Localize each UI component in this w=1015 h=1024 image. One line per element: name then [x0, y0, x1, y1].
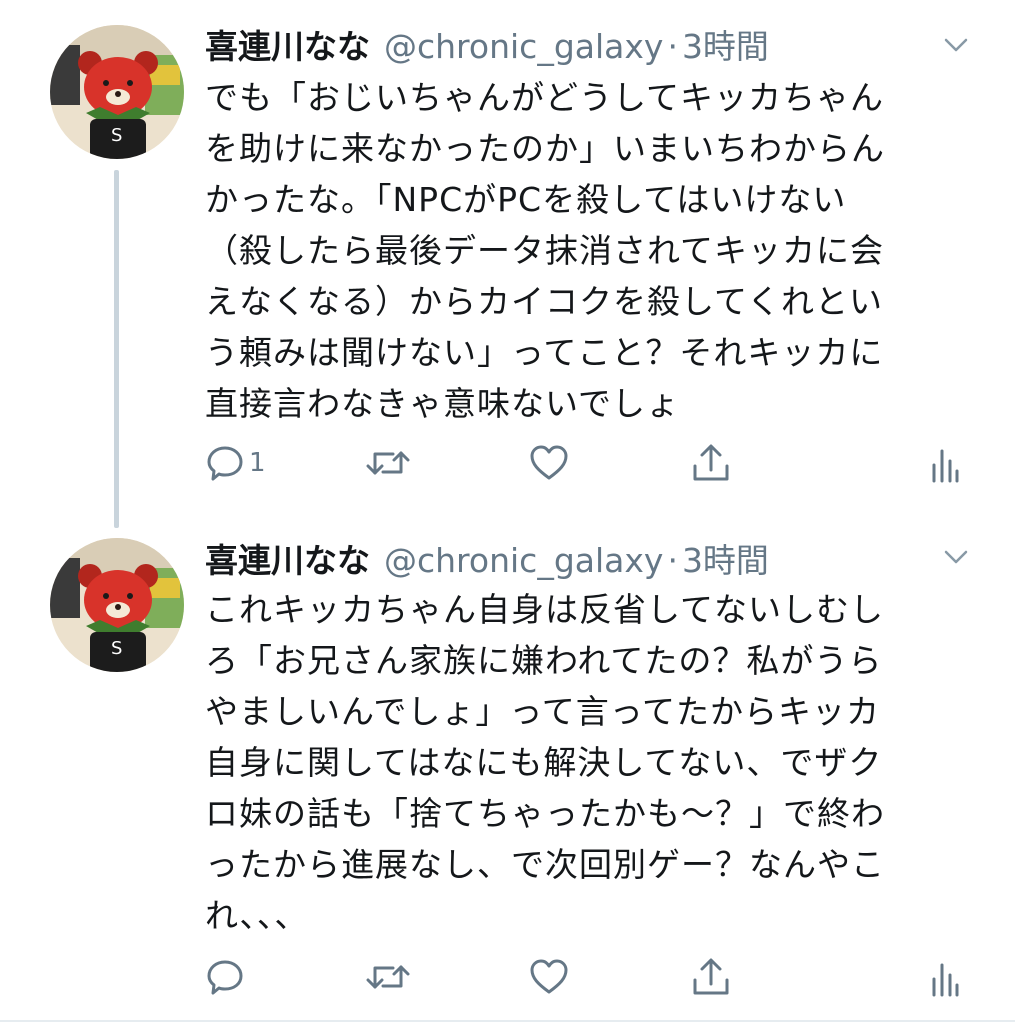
- retweet-icon: [366, 965, 410, 989]
- share-icon: [693, 958, 729, 995]
- tweet-text: でも「おじいちゃんがどうしてキッカちゃん を助けに来なかったのか」いまいちわから…: [205, 78, 885, 423]
- separator: ·: [667, 27, 678, 66]
- analytics-button[interactable]: [930, 440, 960, 486]
- like-icon: [530, 959, 568, 994]
- share-icon: [693, 444, 729, 481]
- analytics-button[interactable]: [930, 954, 960, 1000]
- like-icon: [530, 445, 568, 480]
- share-button[interactable]: [691, 440, 731, 486]
- analytics-icon: [932, 963, 959, 997]
- timestamp[interactable]: 3時間: [682, 534, 769, 582]
- avatar[interactable]: S: [50, 538, 184, 672]
- chevron-down-icon[interactable]: [943, 544, 969, 570]
- reply-icon: [207, 960, 243, 995]
- reply-icon: [207, 446, 243, 481]
- retweet-button[interactable]: [365, 954, 411, 1000]
- user-handle[interactable]: @chronic_galaxy: [384, 541, 663, 580]
- tweet-actions: [205, 954, 975, 1004]
- reply-button[interactable]: [205, 954, 249, 1000]
- chevron-down-icon[interactable]: [943, 32, 969, 58]
- share-button[interactable]: [691, 954, 731, 1000]
- reply-count: 1: [249, 448, 266, 478]
- retweet-button[interactable]: [365, 440, 411, 486]
- tweet-actions: 1: [205, 440, 975, 490]
- display-name[interactable]: 喜連川なな: [205, 20, 370, 68]
- tweet-text: これキッカちゃん自身は反省してないしむし ろ「お兄さん家族に嫌われてたの？私がう…: [205, 590, 885, 935]
- retweet-icon: [366, 451, 410, 475]
- avatar[interactable]: S: [50, 25, 184, 159]
- user-handle[interactable]: @chronic_galaxy: [384, 27, 663, 66]
- analytics-icon: [932, 449, 959, 483]
- tweet-header: 喜連川なな @chronic_galaxy · 3時間: [205, 534, 769, 584]
- divider: [0, 1020, 1015, 1022]
- avatar-label: S: [111, 125, 123, 146]
- timestamp[interactable]: 3時間: [682, 20, 769, 68]
- thread-line: [114, 170, 119, 528]
- display-name[interactable]: 喜連川なな: [205, 534, 370, 582]
- like-button[interactable]: [528, 440, 570, 486]
- like-button[interactable]: [528, 954, 570, 1000]
- separator: ·: [667, 541, 678, 580]
- reply-button[interactable]: 1: [205, 440, 266, 486]
- avatar-label: S: [111, 638, 123, 659]
- tweet-header: 喜連川なな @chronic_galaxy · 3時間: [205, 20, 769, 70]
